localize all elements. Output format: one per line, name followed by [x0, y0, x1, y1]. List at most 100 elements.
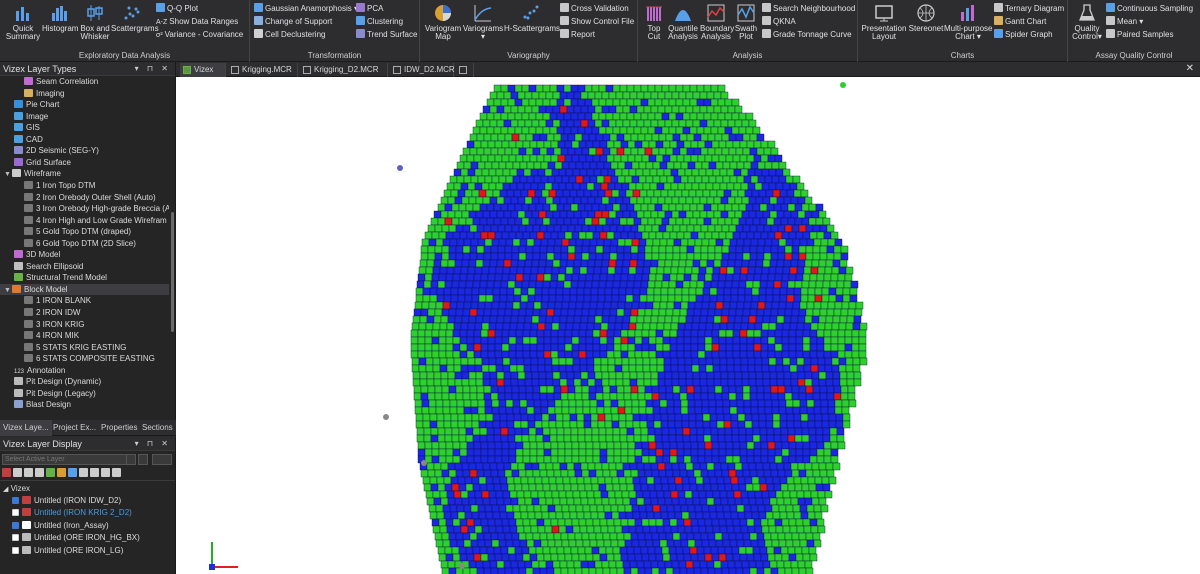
- qq-plot-button[interactable]: Q-Q Plot: [156, 3, 198, 15]
- filter-icon[interactable]: [101, 468, 110, 477]
- cross-validation-button[interactable]: Cross Validation: [560, 3, 629, 15]
- quick-summary-button[interactable]: Quick Summary: [4, 3, 42, 41]
- globe-icon[interactable]: [68, 468, 77, 477]
- select-dropdown-button[interactable]: [126, 454, 136, 465]
- grade-tonnage-button[interactable]: Grade Tonnage Curve: [762, 29, 852, 41]
- show-data-ranges-button[interactable]: A-Z Show Data Ranges: [156, 16, 238, 28]
- histogram-button[interactable]: Histogram: [42, 3, 78, 33]
- cell-declustering-button[interactable]: Cell Declustering: [254, 29, 325, 41]
- panel-controls[interactable]: ▾ ⊓ ✕: [135, 62, 171, 76]
- close-icon[interactable]: ✕: [1186, 62, 1194, 76]
- search-button[interactable]: [152, 454, 172, 465]
- spider-graph-button[interactable]: Spider Graph: [994, 29, 1053, 41]
- drillhole-marker[interactable]: [383, 414, 389, 420]
- tab-properties[interactable]: Properties: [98, 420, 140, 436]
- tab-vizex-layer-types[interactable]: Vizex Laye...: [0, 420, 52, 436]
- layer-type-item[interactable]: Pit Design (Dynamic): [0, 376, 169, 388]
- layer-type-item[interactable]: 3 IRON KRIG: [0, 319, 169, 331]
- h-scattergrams-button[interactable]: H-Scattergrams: [504, 3, 560, 33]
- variance-covariance-button[interactable]: σ² Variance - Covariance: [156, 29, 243, 41]
- layer-type-item[interactable]: 2 IRON IDW: [0, 307, 169, 319]
- layer-type-item[interactable]: Image: [0, 111, 169, 123]
- document-tab[interactable]: Vizex: [180, 63, 226, 77]
- block-model-view[interactable]: [176, 77, 1200, 574]
- layer-type-item[interactable]: 5 Gold Topo DTM (draped): [0, 226, 169, 238]
- show-control-file-button[interactable]: Show Control File: [560, 16, 634, 28]
- layer-type-item[interactable]: 3 Iron Orebody High-grade Breccia (A: [0, 203, 169, 215]
- document-tab[interactable]: Krigging.MCR: [228, 63, 298, 77]
- panel-controls[interactable]: ▾ ⊓ ✕: [135, 437, 171, 451]
- boundary-analysis-button[interactable]: Boundary Analysis: [700, 3, 734, 41]
- display-layer-item[interactable]: Untitled (IRON KRIG 2_D2): [12, 507, 175, 519]
- tab-sections[interactable]: Sections: [139, 420, 176, 436]
- quantile-analysis-button[interactable]: Quantile Analysis: [668, 3, 698, 41]
- layer-visibility-checkbox[interactable]: [12, 509, 19, 517]
- layer-type-item[interactable]: 4 Iron High and Low Grade Wirefram: [0, 215, 169, 227]
- top-cut-button[interactable]: Top Cut: [640, 3, 668, 41]
- qkna-button[interactable]: QKNA: [762, 16, 796, 28]
- remove-layer-icon[interactable]: [13, 468, 22, 477]
- document-tab[interactable]: Krigging_D2.MCR: [300, 63, 388, 77]
- quality-control-button[interactable]: Quality Control▾: [1070, 3, 1104, 41]
- trend-surface-button[interactable]: Trend Surface: [356, 29, 417, 41]
- presentation-layout-button[interactable]: Presentation Layout: [860, 3, 908, 41]
- scattergrams-button[interactable]: Scattergrams: [111, 3, 159, 33]
- layer-visibility-checkbox[interactable]: [12, 534, 19, 542]
- layer-type-item[interactable]: CAD: [0, 134, 169, 146]
- chevron-down-icon[interactable]: ▼: [4, 285, 12, 296]
- report-button[interactable]: Report: [560, 29, 595, 41]
- change-of-support-button[interactable]: Change of Support: [254, 16, 332, 28]
- layer-type-item[interactable]: Pie Chart: [0, 99, 169, 111]
- chevron-down-icon[interactable]: ▼: [4, 169, 12, 180]
- variogram-map-button[interactable]: Variogram Map: [424, 3, 462, 41]
- variograms-button[interactable]: Variograms ▾: [462, 3, 504, 41]
- layer-type-item[interactable]: 6 STATS COMPOSITE EASTING: [0, 353, 169, 365]
- layer-type-item[interactable]: 123 Annotation: [0, 365, 169, 377]
- color-icon[interactable]: [57, 468, 66, 477]
- drillhole-marker[interactable]: [397, 165, 403, 171]
- layer-visibility-checkbox[interactable]: [12, 497, 19, 504]
- search-neighbourhood-button[interactable]: Search Neighbourhood: [762, 3, 855, 15]
- layer-type-item[interactable]: 1 IRON BLANK: [0, 295, 169, 307]
- layer-type-item[interactable]: Grid Surface: [0, 157, 169, 169]
- display-layer-item[interactable]: Untitled (ORE IRON_LG): [12, 545, 175, 557]
- continuous-sampling-button[interactable]: Continuous Sampling: [1106, 3, 1193, 15]
- drillhole-marker[interactable]: [421, 460, 427, 466]
- layer-type-item[interactable]: Blast Design: [0, 399, 169, 411]
- layer-type-item[interactable]: 6 Gold Topo DTM (2D Slice): [0, 238, 169, 250]
- layer-type-item[interactable]: Structural Trend Model: [0, 272, 169, 284]
- lock-icon[interactable]: [112, 468, 121, 477]
- layer-type-item[interactable]: 4 IRON MIK: [0, 330, 169, 342]
- add-layer-icon[interactable]: [2, 468, 11, 477]
- layer-types-scrollbar[interactable]: [171, 212, 174, 332]
- vizex-root[interactable]: ◢ Vizex: [3, 483, 175, 495]
- vizex-3d-viewport[interactable]: [176, 77, 1200, 574]
- stereonet-button[interactable]: Stereonet: [908, 3, 944, 33]
- layer-type-item[interactable]: ▼ Block Model: [0, 283, 169, 296]
- collapse-icon[interactable]: [90, 468, 99, 477]
- refresh-icon[interactable]: [46, 468, 55, 477]
- layer-type-item[interactable]: 1 Iron Topo DTM: [0, 180, 169, 192]
- display-layer-item[interactable]: Untitled (IRON IDW_D2): [12, 495, 175, 507]
- new-tab-button[interactable]: [456, 63, 474, 77]
- expand-icon[interactable]: [79, 468, 88, 477]
- pca-button[interactable]: PCA: [356, 3, 383, 15]
- drillhole-marker[interactable]: [840, 82, 846, 88]
- layer-visibility-checkbox[interactable]: [12, 521, 19, 529]
- swath-plot-button[interactable]: Swath Plot: [734, 3, 758, 41]
- tab-project-explorer[interactable]: Project Ex...: [50, 420, 99, 436]
- layer-type-item[interactable]: 3D Model: [0, 249, 169, 261]
- gantt-chart-button[interactable]: Gantt Chart: [994, 16, 1046, 28]
- mean-button[interactable]: Mean ▾: [1106, 16, 1143, 28]
- ternary-diagram-button[interactable]: Ternary Diagram: [994, 3, 1064, 15]
- layer-type-item[interactable]: GIS: [0, 122, 169, 134]
- layer-settings-button[interactable]: [138, 454, 148, 465]
- layer-visibility-checkbox[interactable]: [12, 546, 19, 554]
- clustering-button[interactable]: Clustering: [356, 16, 403, 28]
- multi-purpose-chart-button[interactable]: Multi-purpose Chart ▾: [944, 3, 992, 41]
- layer-type-item[interactable]: Seam Correlation: [0, 76, 169, 88]
- move-down-icon[interactable]: [35, 468, 44, 477]
- drillhole-marker[interactable]: [459, 563, 465, 569]
- active-layer-select[interactable]: Select Active Layer: [2, 454, 130, 465]
- layer-type-item[interactable]: Search Ellipsoid: [0, 261, 169, 273]
